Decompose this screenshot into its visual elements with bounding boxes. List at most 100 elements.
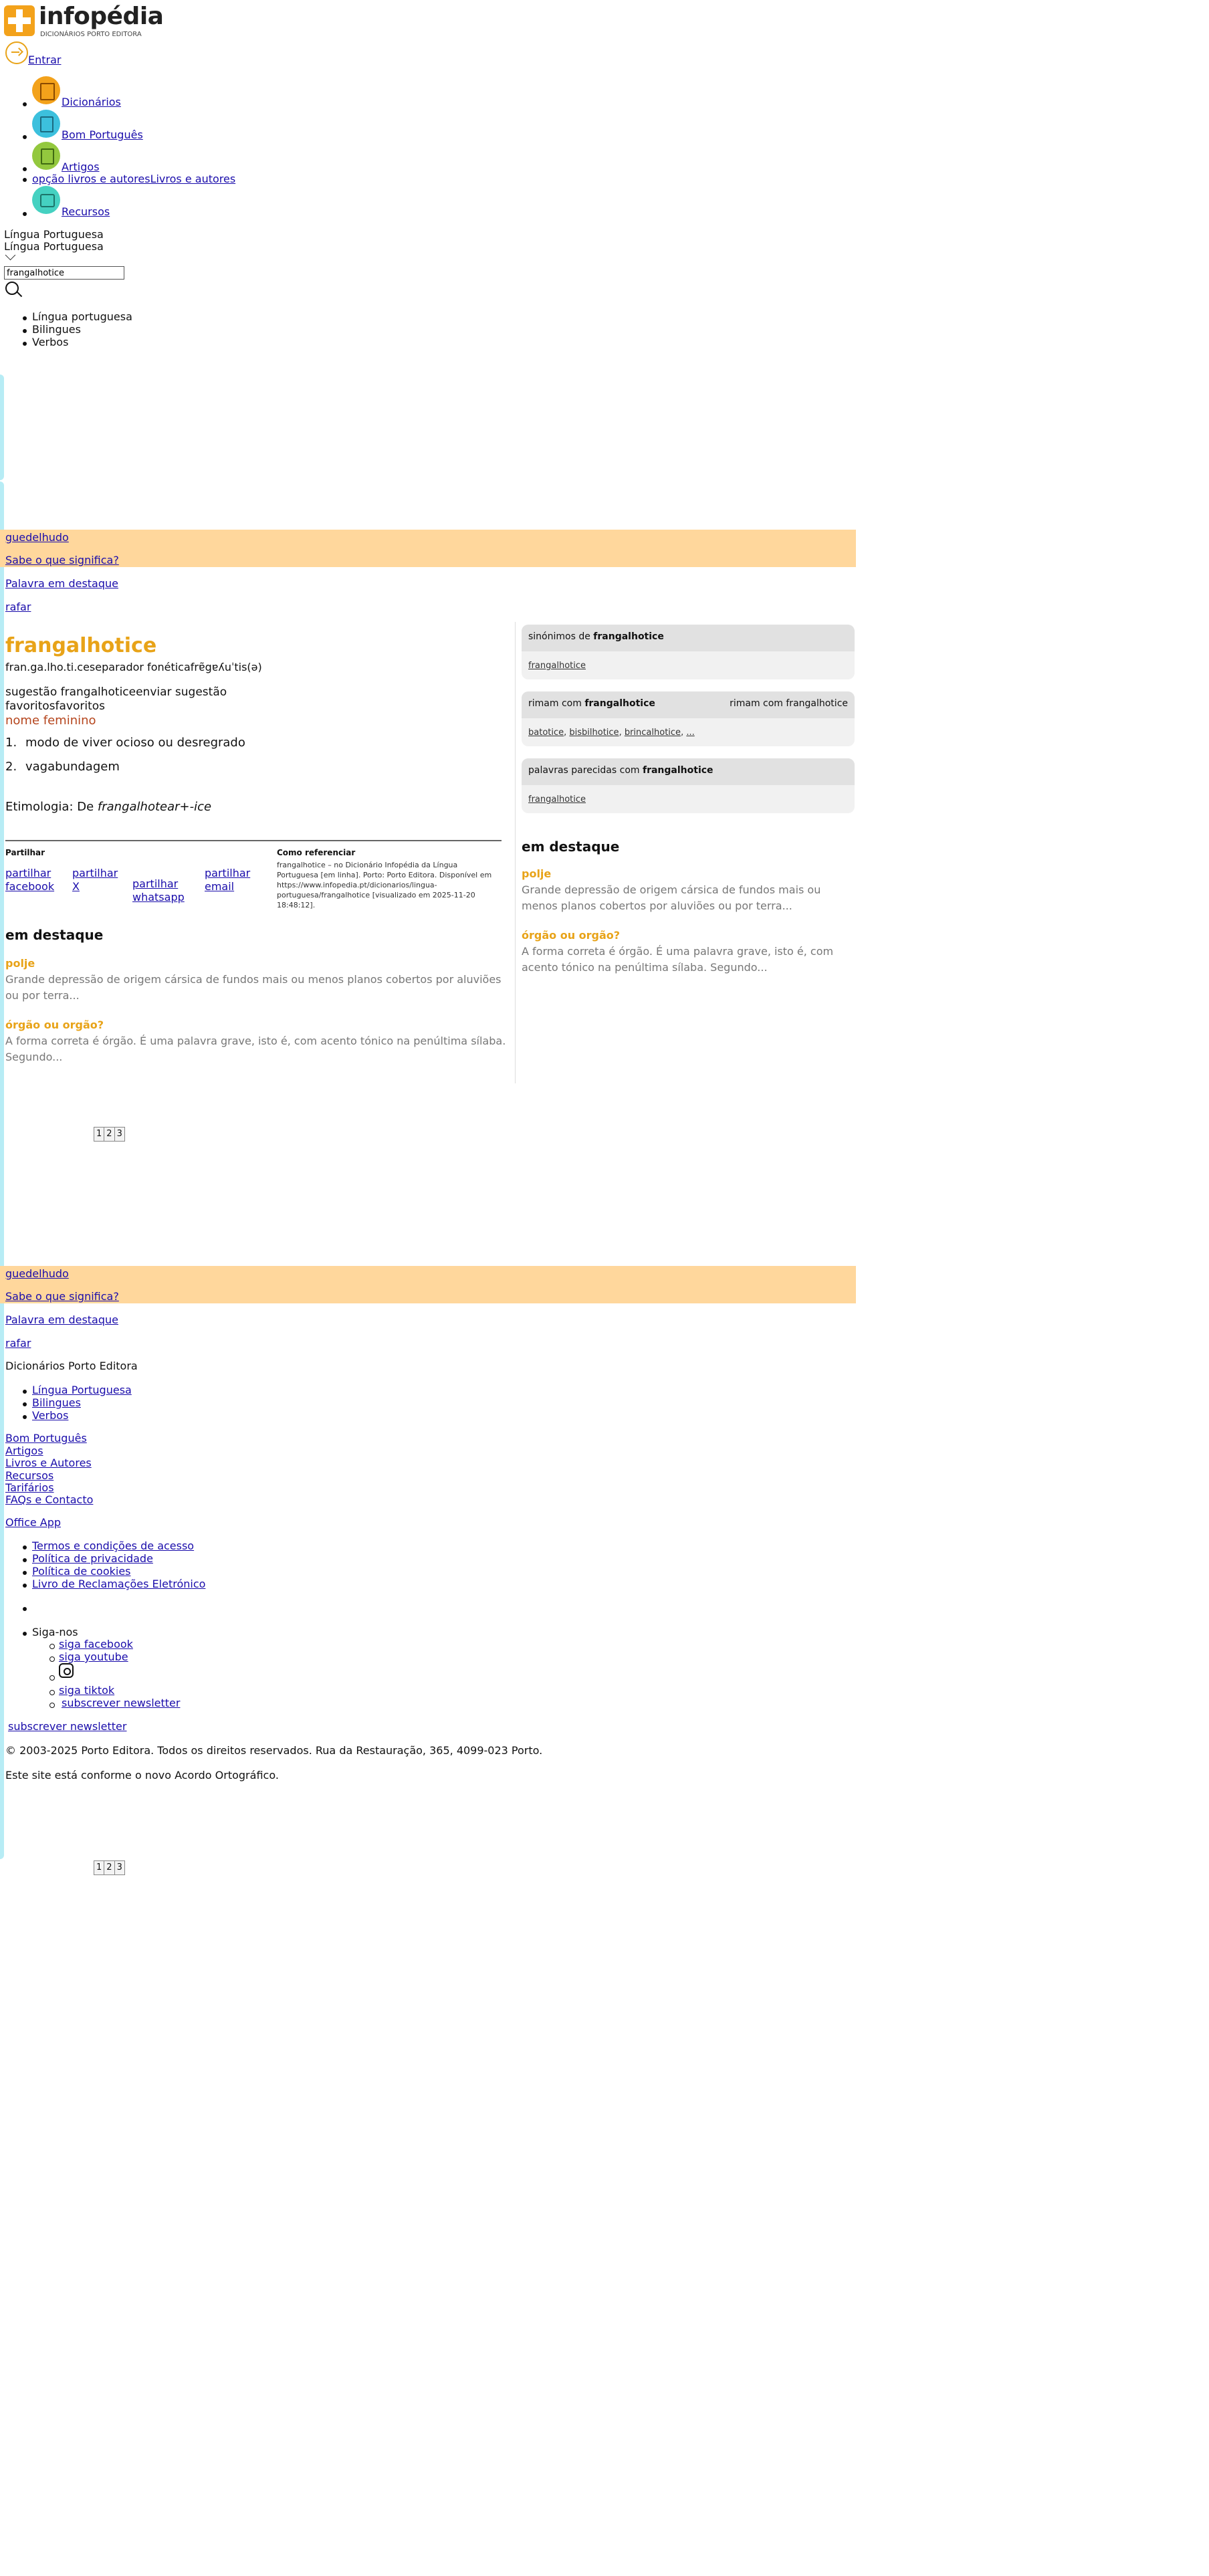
dictionaries-icon: [32, 76, 60, 104]
footer-link-faq[interactable]: FAQs e Contacto: [5, 1493, 93, 1506]
footer-link-portuguese[interactable]: Língua Portuguesa: [32, 1384, 132, 1396]
nav-item-dictionaries[interactable]: Dicionários: [62, 96, 121, 108]
nav-item-articles[interactable]: Artigos: [62, 160, 100, 173]
search-option-verbs[interactable]: Verbos: [32, 336, 68, 348]
rhyme-link[interactable]: brincalhotice: [625, 728, 681, 738]
pager-item[interactable]: 2: [104, 1128, 115, 1141]
login-link[interactable]: Entrar: [28, 53, 61, 66]
rhymes-box: rimam com frangalhotice rimam com franga…: [522, 691, 855, 746]
nav-item-resources[interactable]: Recursos: [62, 205, 110, 218]
footer-link-bom-portugues[interactable]: Bom Português: [5, 1432, 87, 1444]
search-icon[interactable]: [5, 282, 23, 299]
suggest-icon: sugestão frangalhotice: [5, 685, 136, 699]
pager-item[interactable]: 3: [115, 1861, 124, 1874]
pager-item[interactable]: 1: [94, 1128, 105, 1141]
language-selected-repeat: Língua Portuguesa: [4, 240, 104, 253]
footer-link-resources[interactable]: Recursos: [5, 1469, 53, 1482]
pager[interactable]: 1 2 3: [94, 1127, 125, 1142]
footer-bullet: [23, 1607, 27, 1611]
featured-word-label[interactable]: Palavra em destaque: [5, 1313, 118, 1326]
footer-office-app[interactable]: Office App: [5, 1516, 61, 1529]
share-email-button[interactable]: partilhar email: [205, 867, 265, 893]
reference-text: frangalhotice – no Dicionário Infopédia …: [277, 861, 492, 909]
rhyme-link[interactable]: batotice: [528, 728, 564, 738]
option-bullet: [23, 329, 27, 333]
sidebar-featured-item-title[interactable]: órgão ou orgão?: [522, 929, 620, 942]
synonym-link[interactable]: frangalhotice: [528, 661, 586, 671]
social-tiktok-link[interactable]: siga tiktok: [59, 1684, 114, 1697]
footer-link-verbs[interactable]: Verbos: [32, 1409, 68, 1422]
column-divider: [515, 622, 516, 1083]
rhymes-heading: rimam com frangalhotice: [528, 698, 655, 709]
logo-subtitle: DICIONÁRIOS PORTO EDITORA: [40, 31, 142, 38]
pager-item[interactable]: 3: [115, 1128, 124, 1141]
synonyms-box: sinónimos de frangalhotice frangalhotice: [522, 625, 855, 679]
footer-link-pricing[interactable]: Tarifários: [5, 1481, 54, 1494]
footer-bullet: [23, 1415, 27, 1419]
social-bullet: [49, 1644, 55, 1649]
social-youtube-link[interactable]: siga youtube: [59, 1650, 128, 1663]
featured-word-link[interactable]: rafar: [5, 601, 31, 613]
promo-question-link[interactable]: Sabe o que significa?: [5, 1290, 119, 1303]
footer-link-terms[interactable]: Termos e condições de acesso: [32, 1539, 194, 1552]
bom-portugues-icon: [32, 110, 60, 138]
instagram-icon[interactable]: [59, 1663, 74, 1678]
share-title: Partilhar: [5, 848, 45, 857]
share-whatsapp-button[interactable]: partilhar whatsapp: [132, 877, 201, 904]
language-selected[interactable]: Língua Portuguesa: [4, 228, 104, 241]
promo-word-link[interactable]: guedelhudo: [5, 1267, 69, 1280]
option-bullet: [23, 342, 27, 346]
social-bullet: [49, 1656, 55, 1662]
entry-word: frangalhotice: [5, 634, 157, 657]
sidebar-featured-item-title[interactable]: polje: [522, 867, 551, 880]
search-option-portuguese[interactable]: Língua portuguesa: [32, 310, 132, 323]
side-banner: [0, 1105, 4, 1185]
suggest-row[interactable]: sugestão frangalhoticeenviar sugestão: [5, 685, 227, 699]
rhymes-more-link[interactable]: ...: [686, 728, 694, 738]
promo-question-link[interactable]: Sabe o que significa?: [5, 554, 119, 566]
featured-item-text: Grande depressão de origem cársica de fu…: [5, 973, 502, 1002]
login-icon[interactable]: [5, 41, 28, 64]
nav-item-books-authors[interactable]: opção livros e autoresLivros e autores: [32, 173, 235, 185]
featured-item-text: A forma correta é órgão. É uma palavra g…: [5, 1035, 506, 1063]
pager[interactable]: 1 2 3: [94, 1860, 125, 1875]
promo-band: [0, 530, 856, 567]
sense-number: 1.: [5, 736, 17, 750]
footer-bullet: [23, 1584, 27, 1588]
share-facebook-button[interactable]: partilhar facebook: [5, 867, 66, 893]
social-newsletter-link[interactable]: subscrever newsletter: [62, 1697, 180, 1709]
featured-word-label[interactable]: Palavra em destaque: [5, 577, 118, 590]
promo-band: [0, 1266, 856, 1303]
footer-bullet: [23, 1558, 27, 1562]
footer-link-privacy[interactable]: Política de privacidade: [32, 1552, 153, 1565]
pager-item[interactable]: 1: [94, 1861, 105, 1874]
footer-link-cookies[interactable]: Política de cookies: [32, 1565, 131, 1578]
share-x-button[interactable]: partilhar X: [72, 867, 126, 893]
pager-item[interactable]: 2: [104, 1861, 115, 1874]
footer-link-complaints[interactable]: Livro de Reclamações Eletrónico: [32, 1578, 205, 1590]
nav-item-bom-portugues[interactable]: Bom Português: [62, 128, 143, 141]
promo-word-link[interactable]: guedelhudo: [5, 531, 69, 544]
favorites-row[interactable]: favoritosfavoritos: [5, 700, 105, 713]
sense-text: modo de viver ocioso ou desregrado: [25, 736, 245, 750]
nav-bullet: [23, 167, 27, 171]
phonetic-separator-icon: separador fonética: [89, 661, 191, 673]
featured-item-title[interactable]: órgão ou orgão?: [5, 1018, 104, 1031]
similar-link[interactable]: frangalhotice: [528, 794, 586, 804]
suggest-link[interactable]: enviar sugestão: [136, 685, 227, 699]
follow-label: Siga-nos: [32, 1626, 78, 1638]
featured-word-link[interactable]: rafar: [5, 1337, 31, 1350]
divider: [5, 840, 502, 841]
logo[interactable]: infopédia DICIONÁRIOS PORTO EDITORA: [4, 3, 164, 39]
featured-item-title[interactable]: polje: [5, 957, 35, 970]
rhyme-link[interactable]: bisbilhotice: [569, 728, 619, 738]
newsletter-link[interactable]: subscrever newsletter: [8, 1720, 126, 1733]
social-facebook-link[interactable]: siga facebook: [59, 1638, 133, 1650]
search-option-bilingual[interactable]: Bilingues: [32, 323, 81, 336]
favorites-link[interactable]: favoritos: [56, 700, 106, 713]
footer-link-books-authors[interactable]: Livros e Autores: [5, 1457, 92, 1469]
search-input[interactable]: [4, 266, 124, 280]
footer-link-bilingual[interactable]: Bilingues: [32, 1396, 81, 1409]
footer-link-articles[interactable]: Artigos: [5, 1444, 43, 1457]
similar-heading: palavras parecidas com frangalhotice: [528, 765, 713, 776]
